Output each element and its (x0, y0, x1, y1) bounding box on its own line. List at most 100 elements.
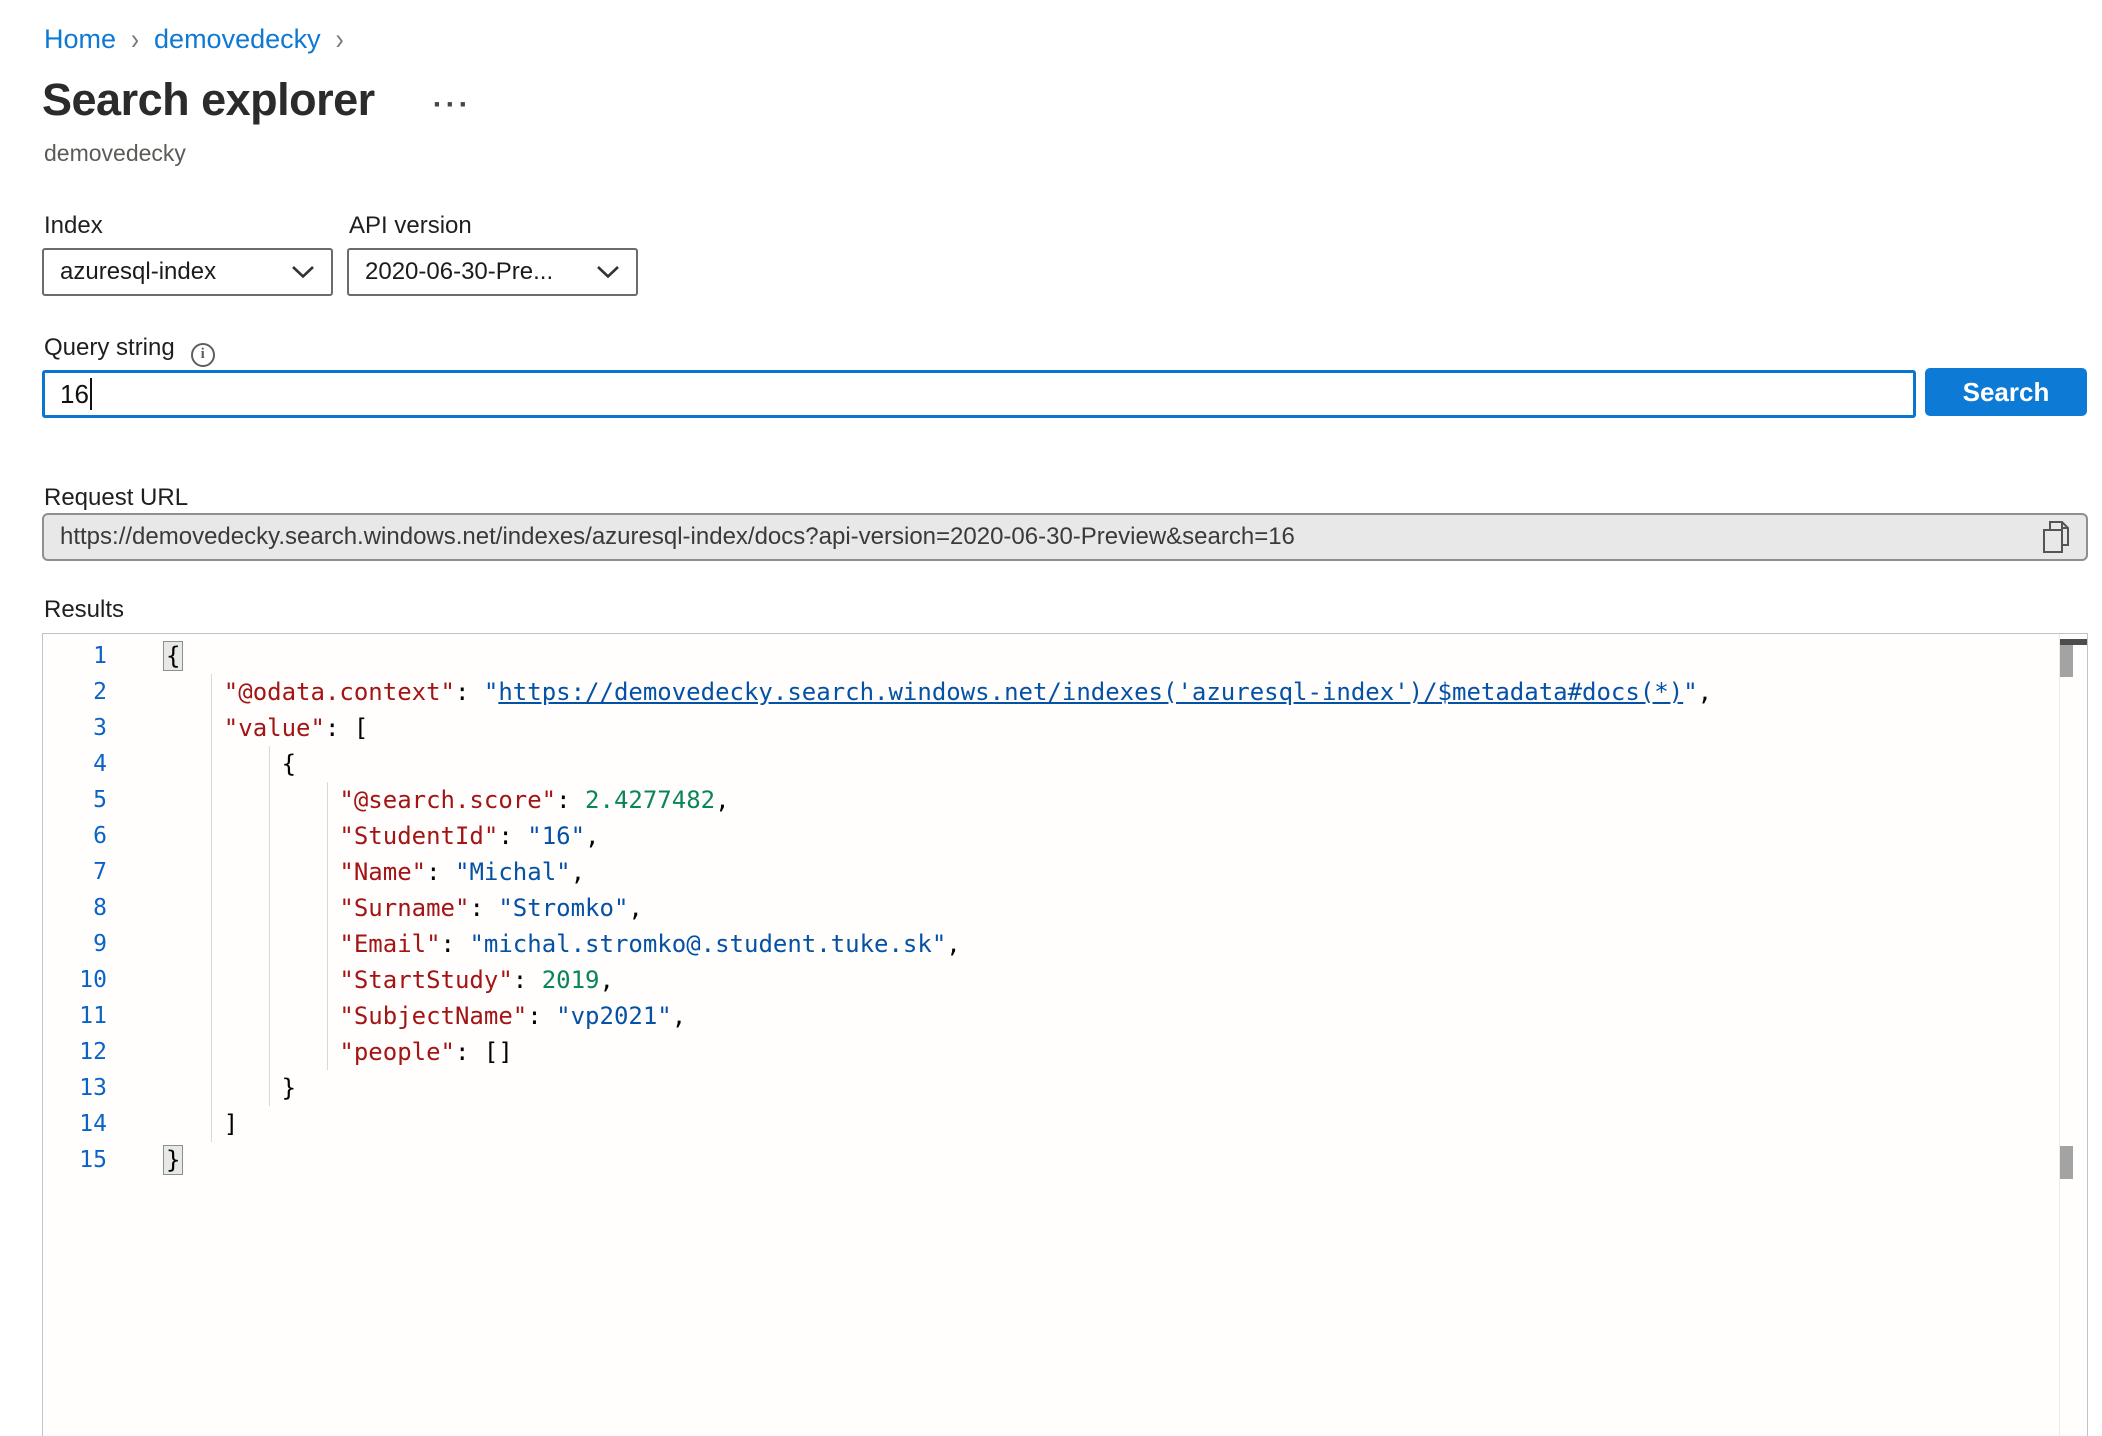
code-token: "StartStudy" (339, 966, 512, 994)
code-token: "Email" (339, 930, 440, 958)
breadcrumb-demovedecky-link[interactable]: demovedecky (154, 24, 321, 55)
code-token: } (282, 1074, 296, 1102)
query-string-label-row: Query string i (44, 334, 215, 367)
line-number: 12 (43, 1039, 107, 1065)
code-token: , (715, 786, 729, 814)
results-editor[interactable]: 1{2"@odata.context": "https://demovedeck… (42, 633, 2088, 1436)
code-token: , (571, 858, 585, 886)
line-number: 1 (43, 643, 107, 669)
code-line: 15} (43, 1142, 2057, 1178)
code-token: "Surname" (339, 894, 469, 922)
copy-icon[interactable] (2038, 519, 2072, 555)
line-number: 13 (43, 1075, 107, 1101)
code-token: : (469, 894, 498, 922)
code-token: , (1698, 678, 1712, 706)
code-token: : (513, 966, 542, 994)
request-url-field: https://demovedecky.search.windows.net/i… (42, 513, 2088, 561)
code-token: "people" (339, 1038, 455, 1066)
code-line: 2"@odata.context": "https://demovedecky.… (43, 674, 2057, 710)
index-dropdown-value: azuresql-index (60, 258, 216, 286)
resource-subtitle: demovedecky (44, 140, 186, 167)
chevron-down-icon (291, 265, 315, 279)
index-label: Index (44, 212, 103, 240)
api-version-label: API version (349, 212, 472, 240)
code-token: } (163, 1145, 183, 1175)
api-version-dropdown[interactable]: 2020-06-30-Pre... (347, 248, 638, 296)
code-token: 2019 (542, 966, 600, 994)
code-token: "@odata.context" (224, 678, 455, 706)
overview-ruler-mark (2060, 1146, 2073, 1179)
line-number: 6 (43, 823, 107, 849)
api-version-dropdown-value: 2020-06-30-Pre... (365, 258, 553, 286)
code-token: "@search.score" (339, 786, 556, 814)
code-token: : (441, 930, 470, 958)
code-token: : (527, 1002, 556, 1030)
code-line-content: "value": [ (166, 714, 368, 742)
code-line: 14] (43, 1106, 2057, 1142)
info-icon[interactable]: i (191, 343, 215, 367)
index-dropdown[interactable]: azuresql-index (42, 248, 333, 296)
query-string-input[interactable]: 16 (42, 370, 1916, 418)
code-token: " (1683, 678, 1697, 706)
scrollbar-track[interactable] (2059, 634, 2060, 1436)
line-number: 8 (43, 895, 107, 921)
code-token: : [ (325, 714, 368, 742)
code-token: : (455, 678, 484, 706)
code-line: 5"@search.score": 2.4277482, (43, 782, 2057, 818)
code-token: "16" (527, 822, 585, 850)
breadcrumb-separator-icon: › (336, 22, 344, 57)
code-line: 9 "Email": "michal.stromko@.student.tuke.… (43, 926, 2057, 962)
code-token: : (556, 786, 585, 814)
overview-ruler-mark (2060, 645, 2073, 677)
chevron-down-icon (596, 265, 620, 279)
code-line-content: { (166, 750, 296, 778)
breadcrumb-home-link[interactable]: Home (44, 24, 116, 55)
code-line-content: } (166, 1074, 296, 1102)
code-token: { (282, 750, 296, 778)
line-number: 15 (43, 1147, 107, 1173)
code-token: ] (224, 1110, 238, 1138)
code-line-content: "Email": "michal.stromko@.student.tuke.s… (166, 930, 961, 958)
code-token: , (672, 1002, 686, 1030)
code-token: { (163, 641, 183, 671)
code-token: "value" (224, 714, 325, 742)
code-line-content: "StudentId": "16", (166, 822, 600, 850)
code-line-content: "@odata.context": "https://demovedecky.s… (166, 678, 1712, 706)
more-options-icon[interactable]: ··· (433, 78, 472, 122)
line-number: 10 (43, 967, 107, 993)
breadcrumb: Home › demovedecky › (44, 24, 344, 55)
code-line-content: { (166, 642, 180, 670)
page-title: Search explorer (42, 74, 375, 126)
code-line: 11"SubjectName": "vp2021", (43, 998, 2057, 1034)
line-number: 4 (43, 751, 107, 777)
request-url-value: https://demovedecky.search.windows.net/i… (60, 523, 2038, 551)
text-cursor (90, 378, 93, 410)
search-button[interactable]: Search (1925, 368, 2087, 416)
line-number: 11 (43, 1003, 107, 1029)
code-token: , (585, 822, 599, 850)
code-line: 1{ (43, 638, 2057, 674)
line-number: 3 (43, 715, 107, 741)
code-token: : [] (455, 1038, 513, 1066)
code-line-content: "@search.score": 2.4277482, (166, 786, 730, 814)
code-token: 2.4277482 (585, 786, 715, 814)
odata-context-link[interactable]: https://demovedecky.search.windows.net/i… (498, 678, 1683, 706)
code-token: "vp2021" (556, 1002, 672, 1030)
search-explorer-page: Home › demovedecky › Search explorer ···… (0, 0, 2102, 1436)
results-editor-lines: 1{2"@odata.context": "https://demovedeck… (43, 638, 2057, 1178)
query-string-label: Query string (44, 334, 175, 361)
line-number: 9 (43, 931, 107, 957)
line-number: 14 (43, 1111, 107, 1137)
code-token: "Stromko" (498, 894, 628, 922)
code-line: 7"Name": "Michal", (43, 854, 2057, 890)
code-line: 3 "value": [ (43, 710, 2057, 746)
breadcrumb-separator-icon: › (131, 22, 139, 57)
code-line-content: } (166, 1146, 180, 1174)
request-url-label: Request URL (44, 484, 188, 512)
results-label: Results (44, 596, 124, 624)
code-token: "StudentId" (339, 822, 498, 850)
code-line: 13} (43, 1070, 2057, 1106)
code-line-content: "StartStudy": 2019, (166, 966, 614, 994)
query-string-value: 16 (60, 379, 89, 410)
code-line: 10 "StartStudy": 2019, (43, 962, 2057, 998)
